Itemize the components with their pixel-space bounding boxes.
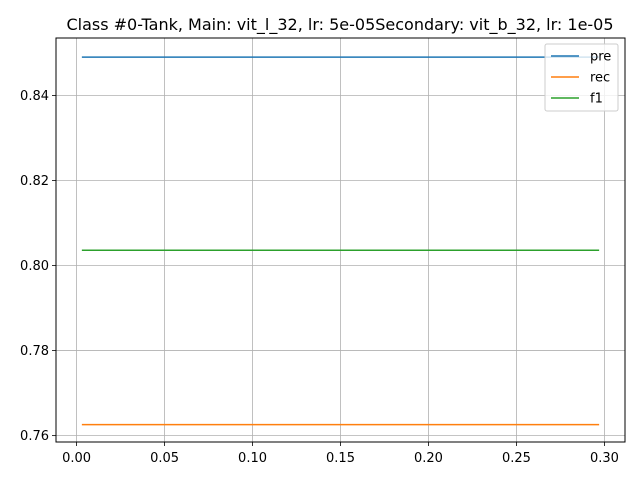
chart-title: Class #0-Tank, Main: vit_l_32, lr: 5e-05… (66, 15, 613, 35)
legend: pre rec f1 (544, 43, 619, 112)
x-axis: 0.00 0.05 0.10 0.15 0.20 0.25 0.30 (62, 442, 619, 466)
y-axis: 0.76 0.78 0.80 0.82 0.84 (20, 89, 56, 444)
x-tick-label: 0.05 (150, 451, 179, 466)
y-tick-label: 0.80 (20, 259, 49, 274)
grid-layer (56, 38, 625, 442)
x-tick-label: 0.25 (502, 451, 531, 466)
legend-label-f1: f1 (590, 92, 603, 107)
y-tick-label: 0.84 (20, 89, 49, 104)
legend-label-rec: rec (590, 71, 610, 86)
x-tick-label: 0.30 (590, 451, 619, 466)
legend-label-pre: pre (590, 50, 611, 65)
y-tick-label: 0.76 (20, 429, 49, 444)
x-tick-label: 0.00 (62, 451, 91, 466)
x-tick-label: 0.20 (414, 451, 443, 466)
x-tick-label: 0.10 (238, 451, 267, 466)
y-tick-label: 0.82 (20, 174, 49, 189)
x-tick-label: 0.15 (326, 451, 355, 466)
line-chart: Class #0-Tank, Main: vit_l_32, lr: 5e-05… (20, 15, 626, 466)
y-tick-label: 0.78 (20, 344, 49, 359)
